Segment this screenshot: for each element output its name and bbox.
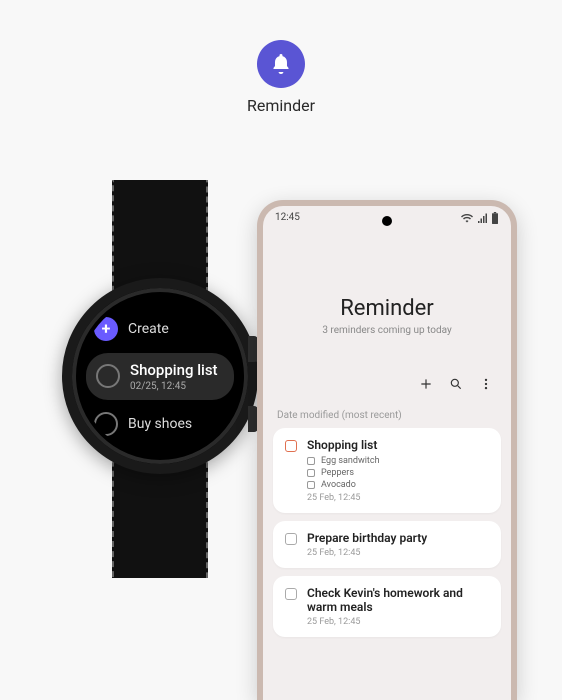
checkbox-icon[interactable] bbox=[285, 533, 297, 545]
reminder-date: 25 Feb, 12:45 bbox=[307, 548, 489, 558]
sub-item: Peppers bbox=[307, 468, 489, 478]
watch-reminder-sub: 02/25, 12:45 bbox=[130, 381, 218, 392]
reminder-title: Prepare birthday party bbox=[307, 531, 489, 545]
sub-item: Avocado bbox=[307, 480, 489, 490]
watch-create-row[interactable]: + Create bbox=[86, 313, 234, 345]
watch-screen: + Create Shopping list 02/25, 12:45 Buy … bbox=[80, 296, 240, 456]
reminder-date: 25 Feb, 12:45 bbox=[307, 493, 489, 503]
checkbox-small-icon bbox=[307, 457, 315, 465]
reminder-title: Shopping list bbox=[307, 438, 489, 452]
app-header: Reminder bbox=[247, 40, 315, 115]
radio-unchecked-icon bbox=[94, 412, 118, 436]
checkbox-small-icon bbox=[307, 469, 315, 477]
watch-selected-reminder[interactable]: Shopping list 02/25, 12:45 bbox=[86, 353, 234, 400]
signal-icon bbox=[477, 213, 487, 226]
status-time: 12:45 bbox=[275, 212, 300, 227]
wifi-icon bbox=[461, 213, 473, 226]
checkbox-icon[interactable] bbox=[285, 588, 297, 600]
more-button[interactable] bbox=[479, 376, 493, 395]
reminder-date: 25 Feb, 12:45 bbox=[307, 617, 489, 627]
watch-strap-bottom bbox=[112, 458, 208, 578]
watch-reminder-title: Shopping list bbox=[130, 361, 218, 379]
battery-icon bbox=[491, 212, 499, 227]
watch-body: + Create Shopping list 02/25, 12:45 Buy … bbox=[62, 278, 258, 474]
radio-unchecked-icon bbox=[96, 364, 120, 388]
search-button[interactable] bbox=[449, 376, 463, 395]
watch-next-reminder[interactable]: Buy shoes bbox=[86, 408, 234, 440]
section-label: Date modified (most recent) bbox=[277, 410, 402, 421]
checkbox-icon[interactable] bbox=[285, 440, 297, 452]
reminder-subitems: Egg sandwitch Peppers Avocado bbox=[307, 456, 489, 490]
create-label: Create bbox=[128, 321, 169, 337]
checkbox-small-icon bbox=[307, 481, 315, 489]
header-label: Reminder bbox=[247, 96, 315, 115]
reminder-card[interactable]: Prepare birthday party 25 Feb, 12:45 bbox=[273, 521, 501, 568]
reminder-card[interactable]: Check Kevin's homework and warm meals 25… bbox=[273, 576, 501, 637]
reminder-card[interactable]: Shopping list Egg sandwitch Peppers Avoc… bbox=[273, 428, 501, 513]
smartphone: 12:45 Reminder 3 reminders coming up tod… bbox=[257, 200, 517, 700]
phone-subtitle: 3 reminders coming up today bbox=[263, 325, 511, 336]
phone-header: Reminder 3 reminders coming up today bbox=[263, 296, 511, 336]
reminder-list: Shopping list Egg sandwitch Peppers Avoc… bbox=[273, 428, 501, 637]
devices-row: + Create Shopping list 02/25, 12:45 Buy … bbox=[0, 200, 562, 700]
smartwatch: + Create Shopping list 02/25, 12:45 Buy … bbox=[45, 180, 275, 578]
watch-next-label: Buy shoes bbox=[128, 416, 192, 432]
status-bar: 12:45 bbox=[275, 212, 499, 227]
phone-title: Reminder bbox=[263, 296, 511, 321]
phone-action-bar bbox=[419, 376, 493, 395]
add-button[interactable] bbox=[419, 376, 433, 395]
sub-item: Egg sandwitch bbox=[307, 456, 489, 466]
bell-icon bbox=[257, 40, 305, 88]
plus-icon: + bbox=[94, 317, 118, 341]
reminder-title: Check Kevin's homework and warm meals bbox=[307, 586, 489, 614]
